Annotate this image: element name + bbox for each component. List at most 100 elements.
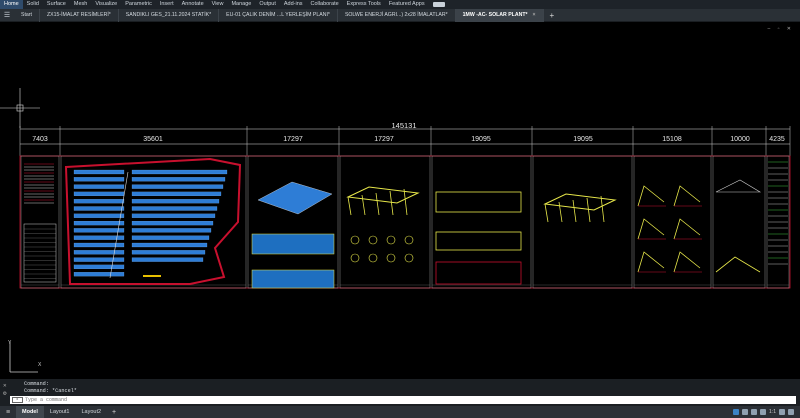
section-detail <box>673 218 701 240</box>
layout-tab-bar: ≡ Model Layout1 Layout2 + 1:1 <box>0 406 800 418</box>
scale-bar <box>143 275 161 277</box>
pv-panel-row <box>131 177 226 182</box>
steel-post <box>572 199 577 223</box>
section-detail <box>637 185 665 207</box>
pv-panel-row <box>131 206 218 211</box>
command-line[interactable]: ▸ <box>10 396 796 404</box>
pv-panel-row <box>131 199 220 204</box>
grid-icon[interactable] <box>742 409 749 415</box>
connection-detail <box>386 235 396 245</box>
workspace-icon[interactable] <box>432 2 445 7</box>
tab-model[interactable]: Model <box>16 406 44 418</box>
snap-icon[interactable] <box>751 409 758 415</box>
sheet-frame <box>633 155 712 289</box>
frame-elevation <box>435 191 522 213</box>
frame-plan <box>435 261 522 285</box>
layouts-menu-icon[interactable]: ≡ <box>0 409 16 416</box>
steel-frame <box>346 186 420 204</box>
section-detail <box>673 251 701 273</box>
section-detail <box>637 251 665 273</box>
segment-dimension: 10000 <box>730 136 750 143</box>
pv-panel-row <box>73 264 125 269</box>
command-input[interactable] <box>25 396 725 404</box>
frame-elevation <box>435 231 522 251</box>
file-tab-active[interactable]: 1MW -AC- SOLAR PLANT* × <box>455 8 544 22</box>
file-tab[interactable]: SOLWE ENERJİ AGRI...) 2x28 İMALATLAR* <box>338 8 456 22</box>
pv-panel-row <box>73 213 125 218</box>
new-tab-button[interactable]: + <box>544 11 561 20</box>
steel-post <box>544 203 549 223</box>
steel-post <box>389 190 394 216</box>
tab-layout1[interactable]: Layout1 <box>44 406 76 418</box>
command-history-line: Command: *Cancel* <box>24 387 77 394</box>
close-tab-icon[interactable]: × <box>533 12 536 18</box>
pv-panel-row <box>73 169 125 175</box>
connection-detail <box>350 235 360 245</box>
drawing-sheets <box>0 88 791 373</box>
pv-panel-row <box>131 228 212 233</box>
section-detail <box>673 185 701 207</box>
pv-panel-row <box>73 221 125 226</box>
pv-panel-row <box>73 177 125 182</box>
menu-icon[interactable]: ☰ <box>0 11 14 19</box>
total-dimension: 145131 <box>391 121 417 130</box>
segment-dimension: 17297 <box>283 136 303 143</box>
command-history: Command: Command: *Cancel* <box>0 379 800 394</box>
connection-detail <box>350 253 360 263</box>
sheet-frame <box>339 155 431 289</box>
file-tab-bar: ☰ Start ZX15-İMALAT RESİMLERİ* SANDIKLI … <box>0 8 800 22</box>
ucs-x-label: X <box>38 362 42 368</box>
pv-panel-row <box>73 199 125 204</box>
segment-dimension: 35601 <box>143 136 163 143</box>
pv-panel-row <box>131 184 224 189</box>
steel-post <box>361 194 366 216</box>
steel-post <box>586 197 591 223</box>
pv-panel-row <box>131 257 204 262</box>
customize-icon[interactable]: ⚙ <box>3 390 7 397</box>
drawing-canvas[interactable]: – ▫ ✕ 145131 7403 35601 17297 17297 1909… <box>0 22 800 379</box>
connection-detail <box>404 235 414 245</box>
close-icon[interactable]: ✕ <box>3 382 7 389</box>
pv-panel-row <box>73 242 125 248</box>
connection-detail <box>368 235 378 245</box>
segment-dimension: 15108 <box>662 136 682 143</box>
pv-panel-row <box>131 213 216 218</box>
segment-dimension: 4235 <box>769 136 785 143</box>
segment-dimension: 7403 <box>32 136 48 143</box>
tab-layout2[interactable]: Layout2 <box>75 406 107 418</box>
model-space-icon[interactable] <box>733 409 740 415</box>
file-tab[interactable]: SANDIKLI GES_21.11.2024 STATİK* <box>119 8 220 22</box>
new-layout-button[interactable]: + <box>107 409 121 416</box>
annotation-scale[interactable]: 1:1 <box>769 409 776 415</box>
connection-detail <box>368 253 378 263</box>
segment-dimension: 19095 <box>471 136 491 143</box>
status-tray: 1:1 <box>733 409 800 415</box>
pv-panel-row <box>131 191 222 196</box>
file-tab-start[interactable]: Start <box>14 8 40 22</box>
array-elevation <box>251 269 335 289</box>
workspace-switch-icon[interactable] <box>779 409 785 415</box>
pv-panel-row <box>73 206 125 211</box>
segment-dimension: 19095 <box>573 136 593 143</box>
segment-dimension: 17297 <box>374 136 394 143</box>
pv-panel-row <box>73 257 125 262</box>
detail-view <box>715 256 761 273</box>
pv-panel-row <box>73 228 125 233</box>
connection-detail <box>404 253 414 263</box>
file-tab[interactable]: EU-01 ÇALIK DENİM ...L YERLEŞİM PLANI* <box>219 8 338 22</box>
table-frame <box>23 223 57 283</box>
ortho-icon[interactable] <box>760 409 767 415</box>
steel-post <box>375 192 380 216</box>
array-elevation <box>251 233 335 255</box>
steel-post <box>403 188 408 216</box>
pv-panel-row <box>131 250 206 255</box>
pv-panel-row <box>73 250 125 255</box>
customization-icon[interactable] <box>788 409 794 415</box>
steel-post <box>600 195 605 223</box>
pv-panel-row <box>73 272 125 277</box>
section-detail <box>637 218 665 240</box>
file-tab[interactable]: ZX15-İMALAT RESİMLERİ* <box>40 8 119 22</box>
command-prompt-icon[interactable]: ▸ <box>12 397 23 403</box>
sheet-frame <box>431 155 532 289</box>
steel-post <box>558 201 563 223</box>
